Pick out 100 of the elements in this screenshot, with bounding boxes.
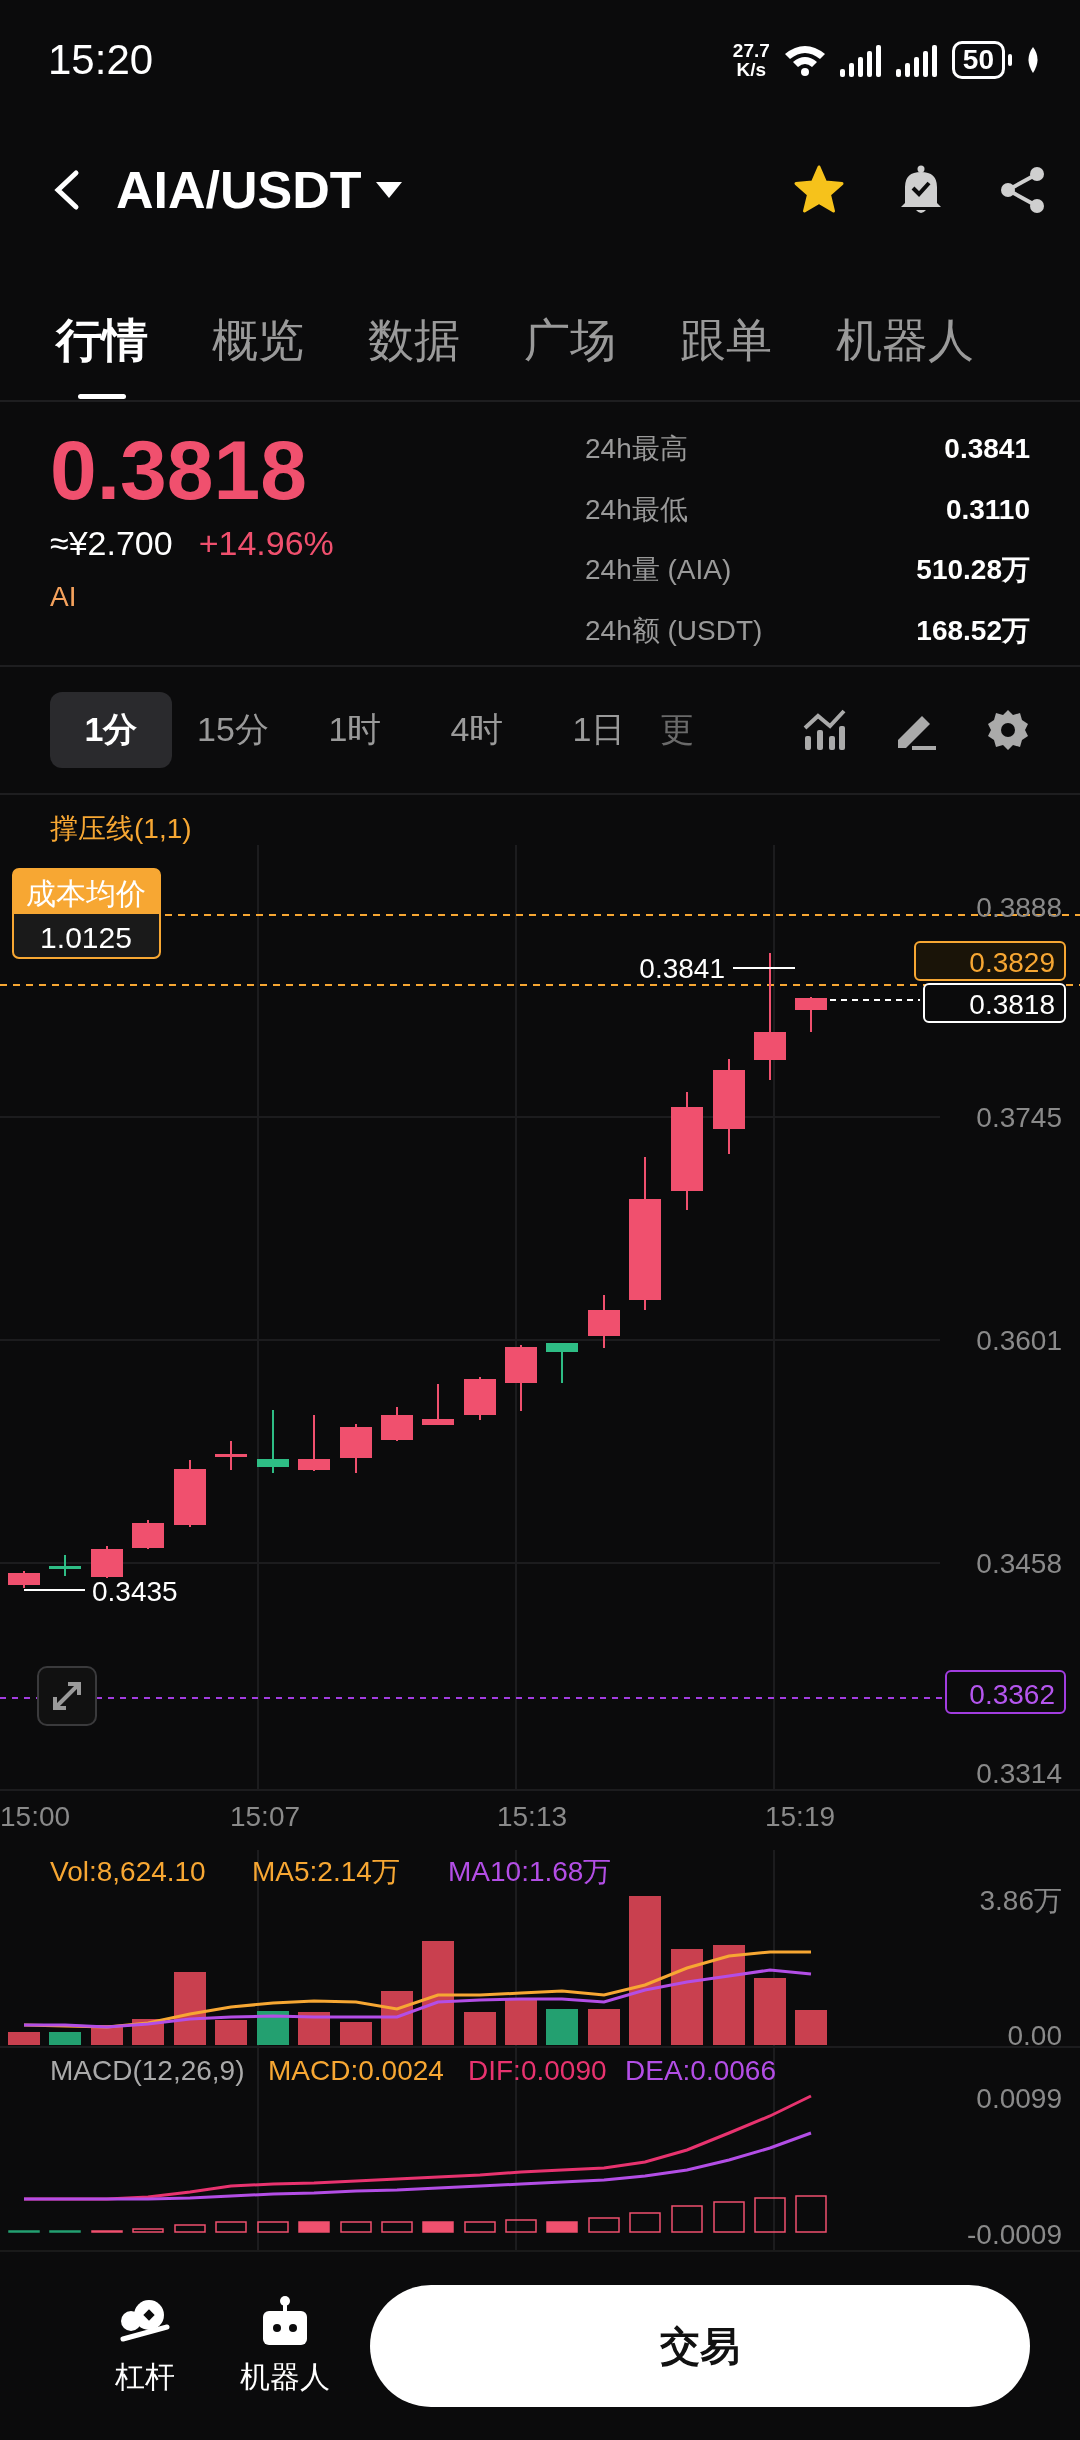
stat-value: 168.52万 — [916, 613, 1030, 648]
cost-label: 成本均价 — [26, 877, 146, 910]
tab[interactable]: 行情 — [50, 260, 154, 400]
indicator-icon[interactable] — [802, 708, 846, 752]
stat-value: 0.3841 — [943, 432, 1030, 466]
last-price-tag: 0.3818 — [923, 983, 1066, 1023]
ma5-label: MA5:2.14万 — [252, 1856, 400, 1887]
fiat-price: ≈¥2.700 — [50, 524, 173, 563]
volume-bar — [215, 2020, 247, 2045]
macd-bar — [91, 2230, 123, 2233]
macd-bar — [215, 2221, 247, 2233]
macd-bar — [132, 2228, 164, 2233]
ma10-label: MA10:1.68万 — [448, 1856, 612, 1887]
stat-value: 510.28万 — [916, 553, 1030, 587]
volume-bar — [49, 2032, 81, 2045]
candle — [298, 1414, 330, 1472]
interval-tab[interactable]: 1日 — [538, 692, 660, 768]
leader-line — [23, 1589, 86, 1591]
low-price-label: 0.3435 — [92, 1576, 178, 1607]
support-price-tag: 0.3362 — [945, 1670, 1066, 1714]
macd-bar — [174, 2224, 206, 2233]
volume-bar — [464, 2012, 496, 2045]
price-tick: 0.3314 — [976, 1758, 1062, 1789]
volume-bar — [505, 2000, 537, 2045]
tab[interactable]: 数据 — [362, 260, 466, 400]
category-tag[interactable]: AI — [50, 581, 334, 613]
time-tick: 15:07 — [229, 1801, 301, 1832]
stat-value: 0.3110 — [944, 492, 1030, 527]
candle — [588, 1294, 620, 1349]
macd-bar — [671, 2205, 703, 2233]
macd-tick: 0.0099 — [976, 2083, 1062, 2114]
macd-bar — [795, 2195, 827, 2233]
price-tick: 0.3458 — [976, 1548, 1062, 1579]
tab[interactable]: 机器人 — [830, 260, 980, 400]
clock: 15:20 — [48, 36, 154, 84]
candle — [381, 1406, 413, 1442]
leader-line — [732, 967, 796, 969]
volume-bar — [795, 2010, 827, 2045]
macd-bar — [422, 2221, 454, 2233]
interval-tab[interactable]: 1时 — [294, 692, 416, 768]
macd-value: MACD:0.0024 — [268, 2055, 444, 2086]
time-tick: 15:19 — [764, 1801, 836, 1832]
price-tick: 0.3888 — [976, 892, 1062, 923]
macd-bar — [713, 2201, 745, 2233]
settings-icon[interactable] — [986, 708, 1030, 752]
trade-button[interactable]: 交易 — [370, 2285, 1030, 2407]
candle — [132, 1519, 164, 1550]
candle — [340, 1423, 372, 1474]
volume-bar — [8, 2032, 40, 2045]
macd-bar — [588, 2217, 620, 2233]
candle — [422, 1383, 454, 1426]
stat-label: 24h额 (USDT) — [585, 613, 764, 648]
macd-bar — [257, 2221, 289, 2233]
resistance-price-tag: 0.3829 — [914, 941, 1066, 981]
price-change: +14.96% — [198, 524, 334, 563]
volume-bar — [546, 2009, 578, 2045]
interval-tab[interactable]: 更 — [660, 692, 720, 768]
cost-value: 1.0125 — [40, 921, 132, 954]
caret-icon[interactable] — [375, 182, 402, 198]
volume-bar — [298, 2012, 330, 2045]
price-tick: 0.3745 — [976, 1102, 1062, 1133]
macd-bar — [49, 2230, 81, 2233]
stat-label: 24h最低 — [585, 492, 689, 527]
high-price-label: 0.3841 — [639, 953, 725, 984]
volume-tick: 0.00 — [1007, 2020, 1062, 2051]
stat-label: 24h量 (AIA) — [585, 553, 733, 587]
stat-label: 24h最高 — [585, 432, 689, 466]
candle — [795, 996, 827, 1033]
fullscreen-button[interactable] — [37, 1666, 97, 1726]
signal-icon — [895, 43, 940, 77]
interval-tab[interactable]: 15分 — [172, 692, 294, 768]
network-speed: 27.7 — [732, 41, 770, 60]
time-tick: 15:13 — [496, 1801, 568, 1832]
candle — [49, 1554, 81, 1577]
candle — [257, 1409, 289, 1474]
macd-bar — [8, 2230, 40, 2233]
candle — [464, 1376, 496, 1421]
tab[interactable]: 广场 — [518, 260, 622, 400]
dif-value: DIF:0.0090 — [468, 2055, 607, 2086]
candle — [215, 1440, 247, 1471]
tab[interactable]: 跟单 — [674, 260, 778, 400]
indicator-label[interactable]: 撑压线(1,1) — [50, 813, 192, 844]
macd-bar — [546, 2221, 578, 2233]
volume-bar — [754, 1978, 786, 2045]
interval-tab[interactable]: 4时 — [416, 692, 538, 768]
candle — [505, 1344, 537, 1412]
battery-level: 50 — [951, 41, 1005, 79]
macd-bar — [340, 2221, 372, 2233]
volume-tick: 3.86万 — [979, 1885, 1062, 1916]
macd-tick: -0.0009 — [967, 2219, 1062, 2250]
volume-bar — [588, 2009, 620, 2045]
tab[interactable]: 概览 — [206, 260, 310, 400]
interval-tab[interactable]: 1分 — [50, 692, 172, 768]
candle — [91, 1545, 123, 1579]
pair-title[interactable]: AIA/USDT — [116, 160, 362, 220]
macd-bar — [381, 2221, 413, 2233]
time-tick: 15:00 — [0, 1801, 71, 1832]
price-tick: 0.3601 — [976, 1325, 1062, 1356]
volume-label: Vol:8,624.10 — [50, 1856, 206, 1887]
candle — [546, 1342, 578, 1384]
